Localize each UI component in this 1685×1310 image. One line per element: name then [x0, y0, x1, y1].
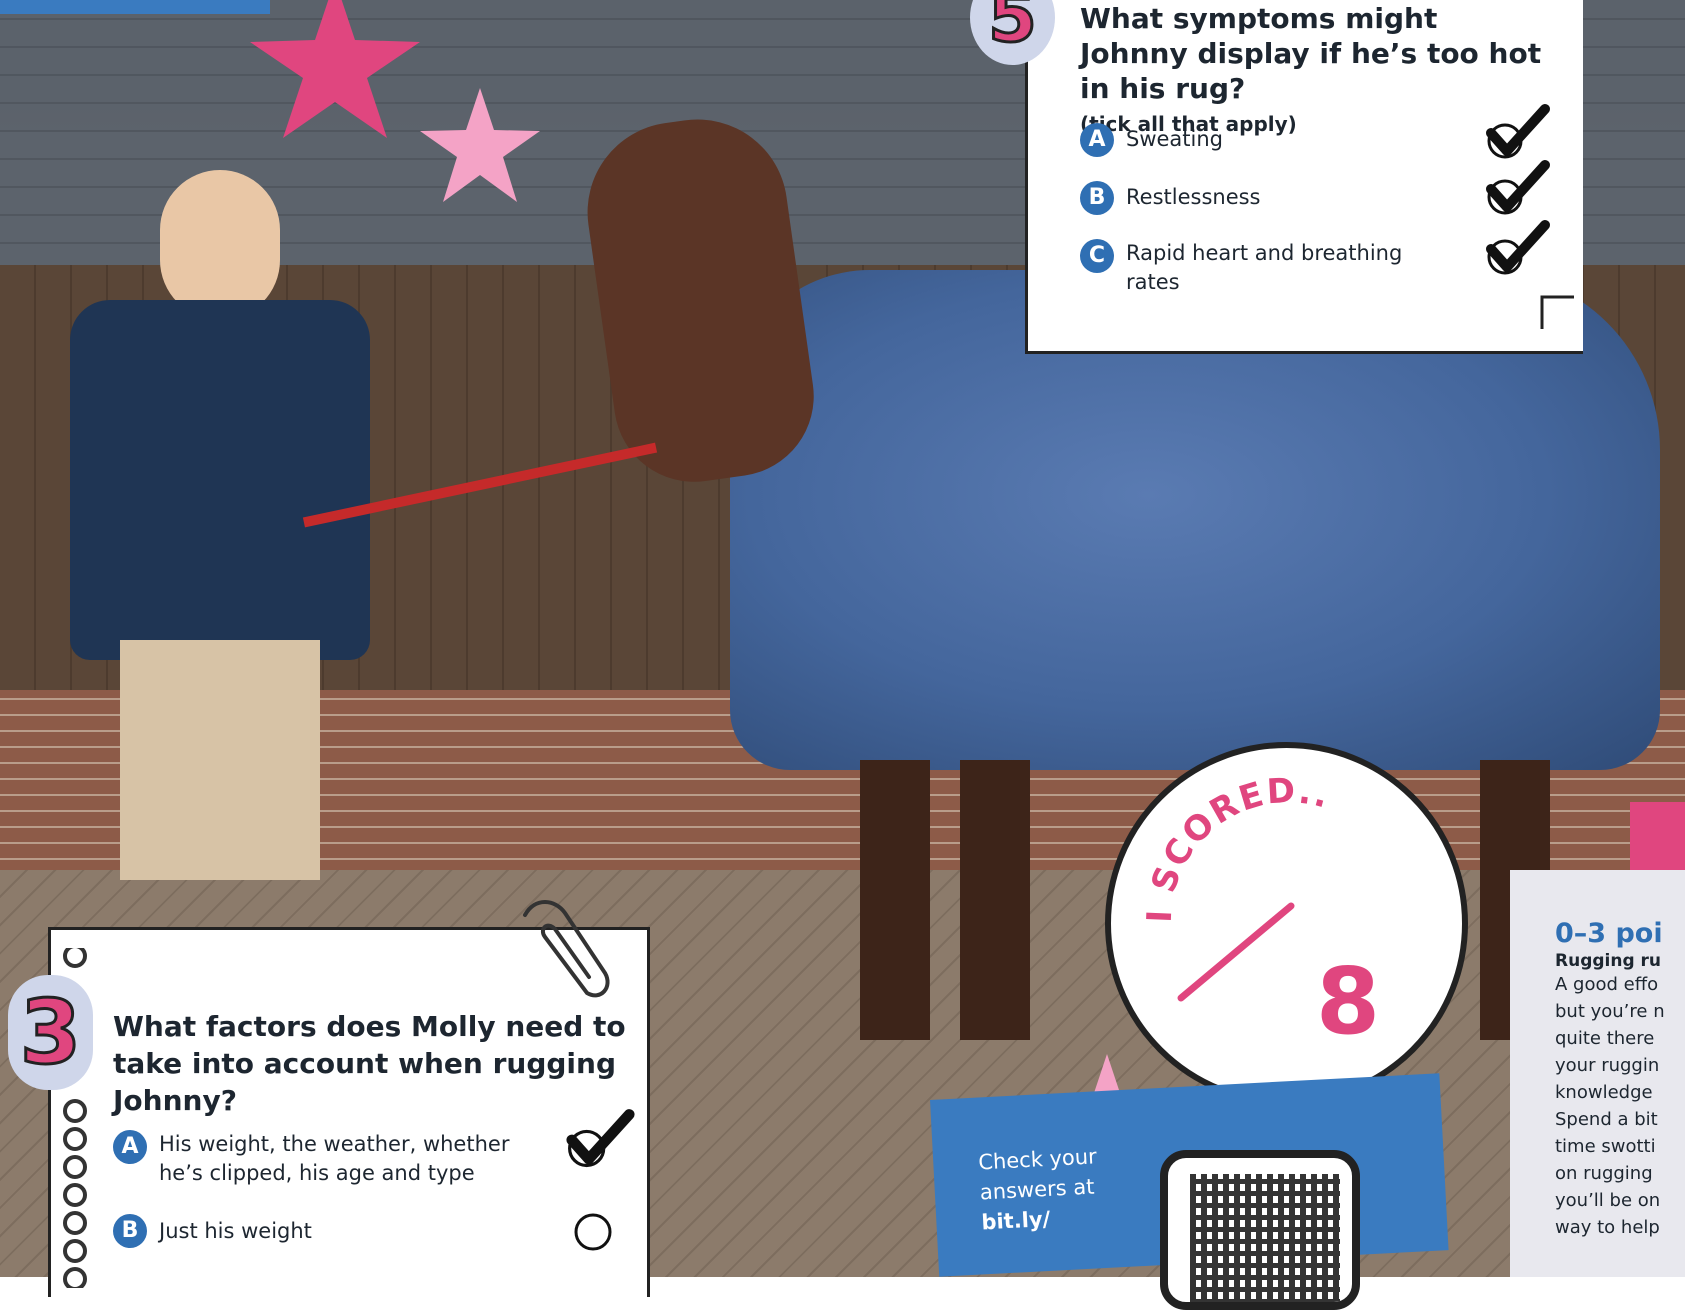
- question-3-number-badge: 3: [8, 975, 93, 1090]
- page-fold-corner: [1540, 295, 1574, 329]
- light-pink-star-icon: [420, 88, 540, 202]
- qr-code-pattern: [1190, 1174, 1340, 1302]
- answer-option-a[interactable]: A His weight, the weather, whether he’s …: [113, 1130, 553, 1214]
- girl-head: [160, 170, 280, 320]
- top-accent-bar: [0, 0, 270, 14]
- check-answers-link[interactable]: bit.ly/: [981, 1201, 1101, 1237]
- points-body-line: on rugging: [1555, 1163, 1653, 1184]
- option-letter-c: C: [1080, 239, 1114, 273]
- points-body-line: A good effo: [1555, 974, 1659, 995]
- tick-checkbox-icon[interactable]: [1483, 103, 1553, 165]
- tick-checkbox-icon[interactable]: [1483, 159, 1553, 221]
- points-tab: [1630, 802, 1685, 874]
- empty-checkbox-icon[interactable]: [571, 1210, 615, 1254]
- points-body-line: way to help: [1555, 1217, 1660, 1238]
- score-slash: [1177, 902, 1295, 1002]
- option-letter-a: A: [1080, 123, 1114, 157]
- question-3-number: 3: [18, 980, 82, 1086]
- points-subheading: Rugging ru: [1555, 951, 1662, 971]
- points-body-line: quite there: [1555, 1028, 1655, 1049]
- tick-checkbox-icon[interactable]: [1483, 219, 1553, 281]
- option-text: Sweating: [1126, 127, 1224, 151]
- paperclip-icon: [523, 900, 610, 998]
- question-5-title-line1: What symptoms might: [1080, 2, 1438, 35]
- points-body-line: but you’re n: [1555, 1001, 1665, 1022]
- girl-legs: [120, 640, 320, 880]
- question-3-title: What factors does Molly need to take int…: [113, 1010, 626, 1117]
- points-panel: 0–3 poi Rugging ru A good effo but you’re…: [1510, 870, 1685, 1277]
- option-text: His weight, the weather, whether he’s cl…: [159, 1132, 510, 1185]
- option-text: Rapid heart and breathing rates: [1126, 241, 1403, 294]
- score-total: 8: [1316, 948, 1380, 1055]
- answer-option-b[interactable]: B Just his weight: [113, 1214, 553, 1248]
- points-body-line: you’ll be on: [1555, 1190, 1661, 1211]
- tick-checkbox-icon[interactable]: [563, 1108, 638, 1174]
- girl-jacket: [70, 300, 370, 660]
- pink-star-icon: [250, 0, 420, 138]
- points-heading: 0–3 poi: [1555, 918, 1663, 949]
- option-text: Restlessness: [1126, 185, 1261, 209]
- check-answers-text: Check your answers at bit.ly/: [978, 1141, 1101, 1237]
- question-5-number: 5: [987, 0, 1039, 60]
- points-body: A good effo but you’re n quite there your r…: [1555, 971, 1685, 1241]
- question-5-title: What symptoms might Johnny display if he…: [1080, 1, 1541, 106]
- horse-leg: [960, 760, 1030, 1040]
- question-5-title-line3: in his rug?: [1080, 72, 1246, 105]
- option-text: Just his weight: [159, 1219, 312, 1243]
- check-answers-line2: answers at: [979, 1174, 1095, 1205]
- svg-text:I SCORED....: I SCORED....: [1111, 748, 1335, 923]
- horse-leg: [860, 760, 930, 1040]
- points-body-line: your ruggin: [1555, 1055, 1660, 1076]
- points-body-line: knowledge: [1555, 1082, 1653, 1103]
- qr-code[interactable]: [1160, 1150, 1360, 1310]
- girl-holding-lead: [70, 170, 380, 930]
- score-circle: I SCORED.... 8: [1105, 742, 1468, 1105]
- score-label: I SCORED....: [1111, 748, 1333, 923]
- answer-option-a[interactable]: A Sweating: [1080, 123, 1460, 181]
- option-letter-b: B: [113, 1214, 147, 1248]
- question-5-title-line2: Johnny display if he’s too hot: [1080, 37, 1542, 70]
- answer-option-c[interactable]: C Rapid heart and breathing rates: [1080, 239, 1460, 297]
- points-body-line: Spend a bit: [1555, 1109, 1658, 1130]
- option-letter-b: B: [1080, 181, 1114, 215]
- option-letter-a: A: [113, 1130, 147, 1164]
- score-graphic: I SCORED.... 8: [1111, 748, 1380, 1055]
- question-5-card: What symptoms might Johnny display if he…: [1025, 0, 1583, 354]
- answer-option-b[interactable]: B Restlessness: [1080, 181, 1460, 239]
- points-body-line: time swotti: [1555, 1136, 1656, 1157]
